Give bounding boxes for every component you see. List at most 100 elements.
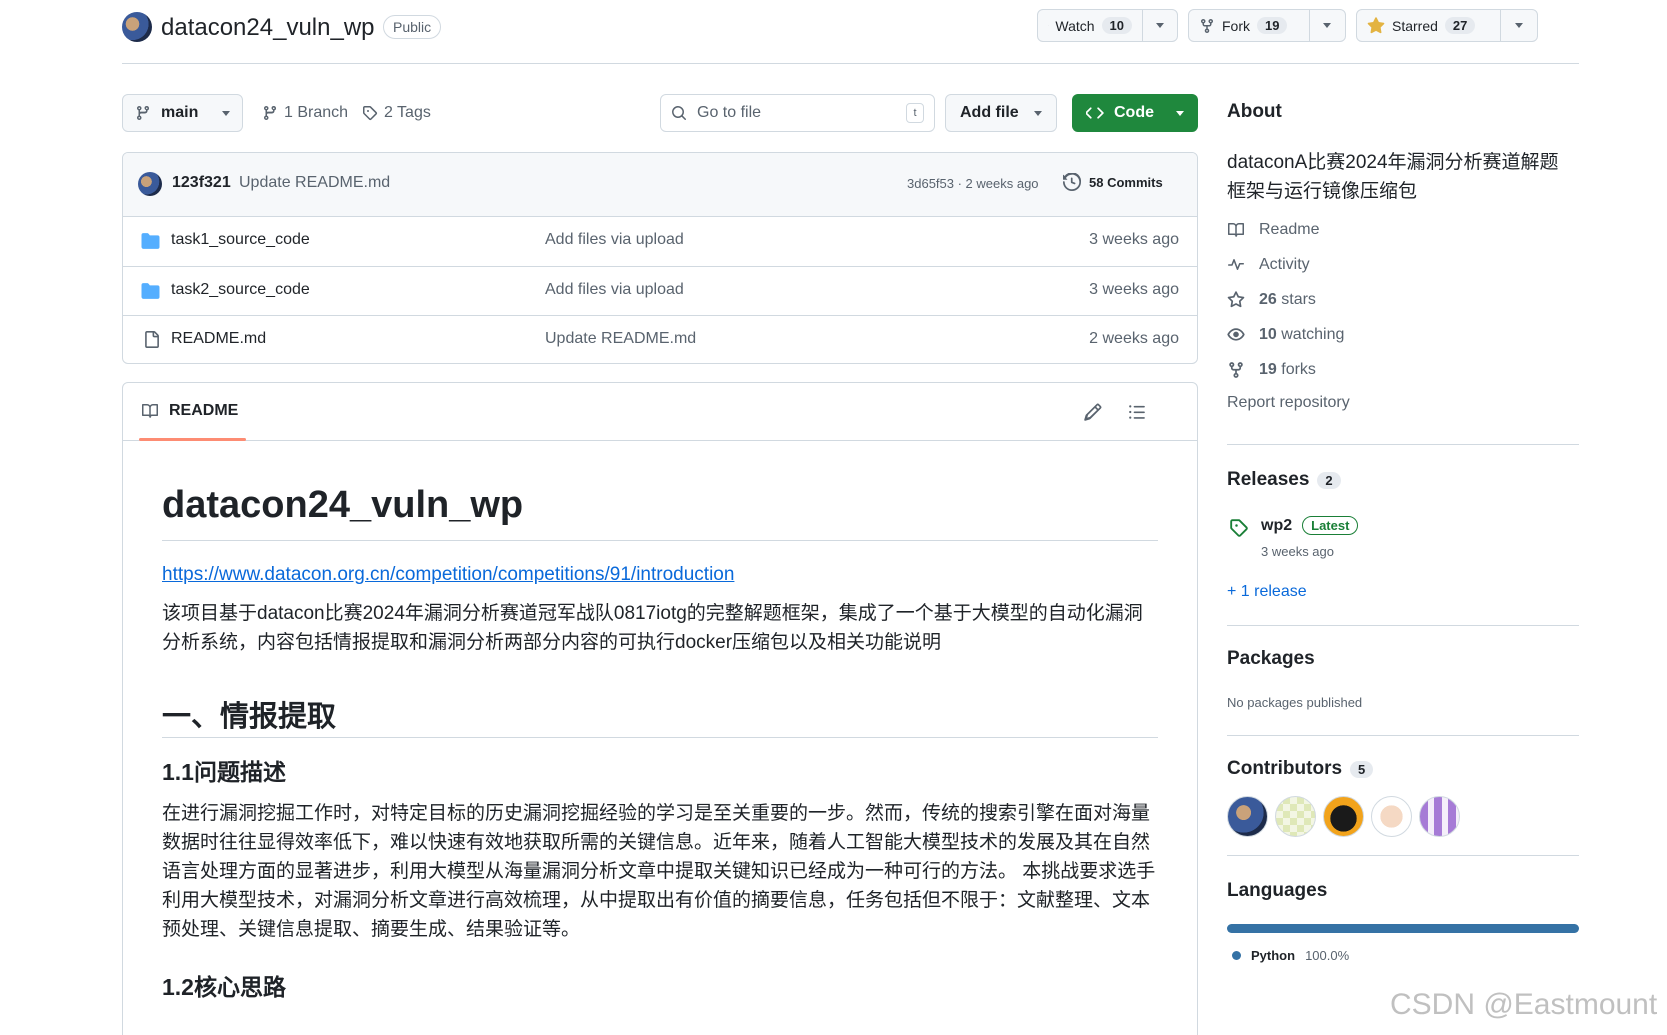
file-commit-message[interactable]: Add files via upload (545, 231, 684, 249)
language-color-dot (1232, 951, 1241, 960)
watch-count: 10 (1101, 17, 1132, 34)
readme-title: datacon24_vuln_wp (162, 484, 524, 526)
forks-count: 19 (1259, 361, 1277, 378)
list-icon[interactable] (1128, 403, 1146, 421)
commits-count: 58 Commits (1089, 174, 1163, 190)
watching-label: watching (1281, 326, 1345, 343)
release-tag[interactable]: wp2 (1261, 517, 1292, 535)
chevron-down-icon (1515, 23, 1524, 28)
watching-text: 10 watching (1259, 326, 1344, 344)
watchers-link[interactable]: 10 watching (1227, 323, 1344, 347)
fork-count: 19 (1257, 17, 1288, 34)
file-commit-message[interactable]: Add files via upload (545, 281, 684, 299)
file-time: 2 weeks ago (1089, 330, 1179, 347)
branch-name: main (161, 104, 199, 121)
readme-tab-label: README (169, 402, 239, 419)
language-bar (1227, 924, 1579, 933)
contributor-avatar[interactable] (1275, 796, 1316, 837)
sidebar-divider (1227, 735, 1579, 736)
commit-hash-time[interactable]: 3d65f53 · 2 weeks ago (907, 176, 1039, 191)
forks-text: 19 forks (1259, 361, 1316, 379)
stars-link[interactable]: 26 stars (1227, 288, 1316, 312)
add-file-button[interactable]: Add file (945, 94, 1057, 132)
pencil-icon[interactable] (1084, 403, 1102, 421)
stars-count: 26 (1259, 291, 1277, 308)
branches-count: 1 Branch (284, 104, 349, 121)
tags-link[interactable]: 2 Tags (362, 104, 431, 122)
tag-icon (1230, 519, 1248, 537)
contributor-avatar[interactable] (1227, 796, 1268, 837)
activity-link-label: Activity (1259, 256, 1310, 273)
forks-link[interactable]: 19 forks (1227, 358, 1316, 382)
releases-header[interactable]: Releases 2 (1227, 469, 1341, 491)
chevron-down-icon (1323, 23, 1332, 28)
packages-title[interactable]: Packages (1227, 648, 1315, 670)
about-title: About (1227, 101, 1282, 122)
fork-label: Fork (1222, 17, 1250, 34)
contributors-count: 5 (1350, 760, 1374, 778)
file-commit-message[interactable]: Update README.md (545, 330, 696, 348)
star-button[interactable]: Starred 27 (1356, 9, 1538, 42)
branch-select-button[interactable]: main (122, 94, 243, 132)
competition-link[interactable]: https://www.datacon.org.cn/competition/c… (162, 564, 734, 586)
commits-link[interactable]: 58 Commits (1063, 173, 1163, 191)
add-file-label: Add file (960, 104, 1019, 121)
release-latest[interactable]: wp2 Latest (1261, 516, 1359, 535)
language-percent: 100.0% (1305, 948, 1350, 963)
readme-link-label: Readme (1259, 221, 1320, 238)
file-row[interactable]: task2_source_code Add files via upload 3… (123, 266, 1197, 315)
repo-owner-avatar[interactable] (122, 12, 152, 42)
release-time: 3 weeks ago (1261, 544, 1334, 559)
active-tab-indicator (139, 438, 246, 441)
fork-button[interactable]: Fork 19 (1188, 9, 1346, 42)
file-row[interactable]: README.md Update README.md 2 weeks ago (123, 315, 1197, 363)
sidebar-divider (1227, 444, 1579, 445)
star-filled-icon (1367, 16, 1385, 33)
code-button[interactable]: Code (1072, 94, 1198, 132)
search-icon (672, 106, 686, 120)
contributors-header[interactable]: Contributors 5 (1227, 758, 1374, 780)
sidebar-divider (1227, 625, 1579, 626)
readme-link[interactable]: Readme (1227, 218, 1319, 242)
latest-badge: Latest (1302, 516, 1359, 535)
readme-paragraph: 在进行漏洞挖掘工作时，对特定目标的历史漏洞挖掘经验的学习是至关重要的一步。然而，… (162, 803, 1156, 940)
watch-button[interactable]: Watch 10 (1037, 9, 1178, 42)
releases-count: 2 (1317, 471, 1341, 489)
file-name[interactable]: task1_source_code (171, 231, 310, 249)
contributor-avatar[interactable] (1371, 796, 1412, 837)
file-name[interactable]: README.md (171, 330, 266, 348)
star-label: Starred (1392, 17, 1438, 34)
folder-icon (141, 233, 160, 249)
header-divider (122, 63, 1579, 64)
sidebar-divider (1227, 855, 1579, 856)
pulse-icon (1228, 259, 1244, 270)
activity-link[interactable]: Activity (1227, 253, 1310, 277)
readme-tab[interactable]: README (141, 402, 238, 420)
chevron-down-icon (1034, 110, 1042, 116)
repo-name[interactable]: datacon24_vuln_wp (161, 14, 375, 42)
watch-label: Watch (1055, 17, 1095, 34)
file-name[interactable]: task2_source_code (171, 281, 310, 299)
section-heading: 一、情报提取 (162, 701, 337, 733)
language-python[interactable]: Python 100.0% (1232, 948, 1349, 963)
commit-author-avatar[interactable] (138, 172, 162, 196)
report-repository-link[interactable]: Report repository (1227, 391, 1350, 415)
eye-icon (1227, 328, 1245, 341)
contributor-avatar[interactable] (1323, 796, 1364, 837)
more-releases-link[interactable]: + 1 release (1227, 583, 1307, 601)
commit-author[interactable]: 123f321 (172, 174, 231, 192)
file-row[interactable]: task1_source_code Add files via upload 3… (123, 217, 1197, 266)
go-to-file-search[interactable]: Go to file t (660, 94, 935, 132)
book-icon (142, 404, 158, 418)
chevron-down-icon (1176, 110, 1184, 116)
visibility-badge: Public (383, 15, 442, 39)
branch-icon (137, 105, 149, 121)
star-dropdown[interactable] (1501, 10, 1537, 41)
forks-label: forks (1281, 361, 1316, 378)
watch-dropdown[interactable] (1143, 10, 1177, 41)
commit-message[interactable]: Update README.md (239, 174, 390, 192)
contributor-avatar[interactable] (1419, 796, 1460, 837)
fork-icon (1229, 362, 1243, 378)
branches-link[interactable]: 1 Branch (262, 104, 348, 122)
fork-dropdown[interactable] (1310, 10, 1345, 41)
